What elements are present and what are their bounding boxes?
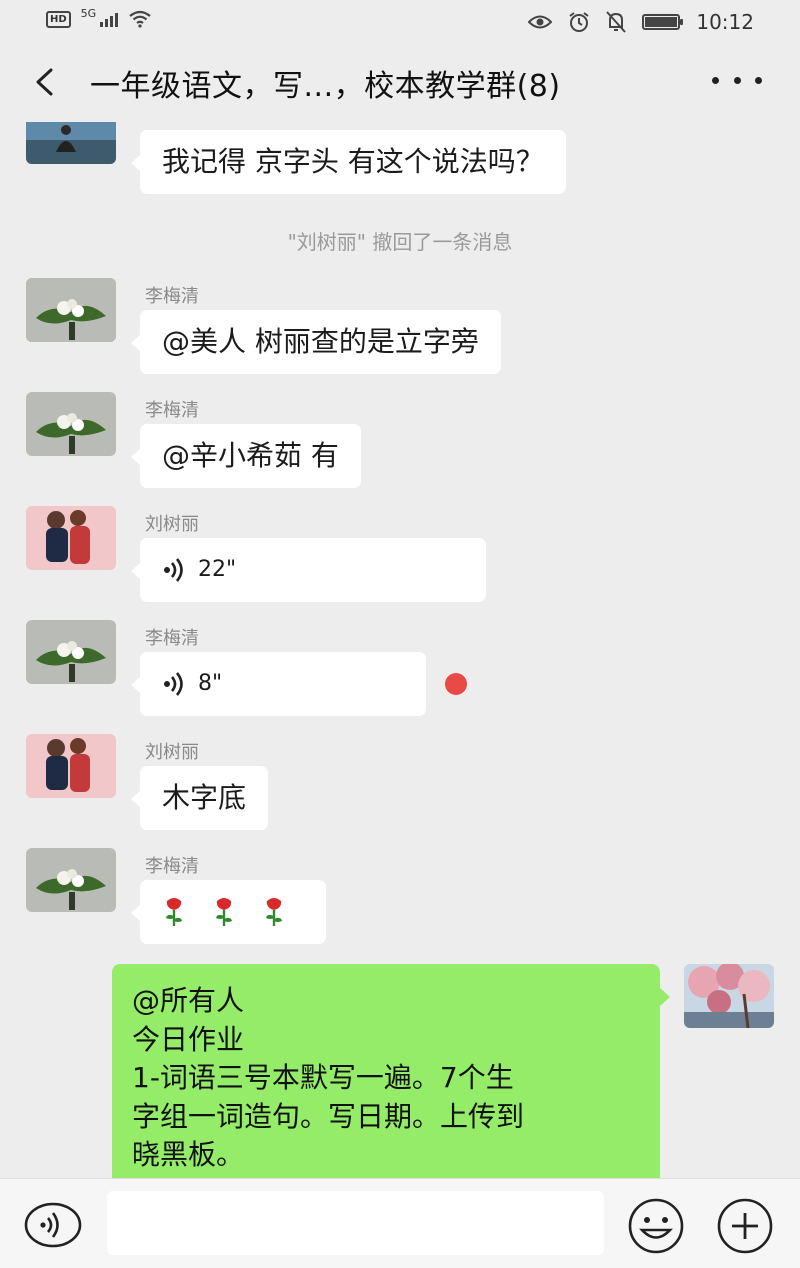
- voice-duration: 22": [198, 557, 237, 582]
- avatar[interactable]: [26, 392, 116, 456]
- clock: 10:12: [696, 10, 754, 34]
- recall-notice: "刘树丽" 撤回了一条消息: [287, 230, 513, 254]
- chat-screen: HD 5G 10:12 一年级语文，写...，校本教学群(8) 我记得 京字头 …: [0, 0, 800, 1268]
- message-bubble[interactable]: @辛小希茹 有: [131, 424, 361, 488]
- emoji-icon[interactable]: [627, 1197, 685, 1255]
- voice-input-icon[interactable]: [24, 1201, 82, 1249]
- voice-play-icon: [164, 558, 183, 582]
- message-bubble[interactable]: @美人 树丽查的是立字旁: [131, 310, 501, 374]
- rose-icon: [166, 898, 182, 926]
- avatar[interactable]: [26, 734, 116, 798]
- voice-message[interactable]: 8": [131, 652, 426, 716]
- chat-header: 一年级语文，写...，校本教学群(8): [0, 44, 800, 122]
- unread-dot: [445, 673, 467, 695]
- message-bubble[interactable]: 我记得 京字头 有这个说法吗？: [131, 130, 566, 194]
- message-line: 1-词语三号本默写一遍。7个生: [132, 1061, 514, 1094]
- avatar[interactable]: [26, 848, 116, 912]
- message-line: 今日作业: [132, 1022, 245, 1056]
- more-horizontal-icon[interactable]: [712, 60, 762, 100]
- sender-name: 李梅清: [145, 856, 199, 877]
- sender-name: 刘树丽: [145, 514, 199, 535]
- input-bar: [0, 1178, 800, 1268]
- eye-icon: [528, 15, 553, 29]
- plus-icon[interactable]: [716, 1197, 774, 1255]
- voice-duration: 8": [198, 671, 223, 696]
- avatar[interactable]: [26, 620, 116, 684]
- rose-icon: [216, 898, 232, 926]
- sender-name: 李梅清: [145, 628, 199, 649]
- status-bar: HD 5G 10:12: [0, 0, 800, 44]
- rose-icon: [266, 898, 282, 926]
- chat-title: 一年级语文，写...，校本教学群(8): [90, 69, 561, 104]
- sender-name: 李梅清: [145, 286, 199, 307]
- avatar[interactable]: [26, 122, 116, 164]
- network-type: 5G: [80, 6, 97, 20]
- sender-name: 刘树丽: [145, 742, 199, 763]
- self-message-bubble[interactable]: @所有人 今日作业 1-词语三号本默写一遍。7个生 字组一词造句。写日期。上传到…: [112, 964, 670, 1178]
- message-input[interactable]: [107, 1191, 604, 1255]
- chevron-left-icon[interactable]: [26, 62, 66, 102]
- avatar[interactable]: [26, 506, 116, 570]
- message-bubble[interactable]: 木字底: [130, 766, 269, 830]
- message-line: 晓黑板。: [132, 1138, 245, 1171]
- avatar-self[interactable]: [684, 964, 774, 1028]
- sender-name: 李梅清: [145, 400, 199, 421]
- mute-icon: [606, 11, 627, 33]
- avatar[interactable]: [26, 278, 116, 342]
- message-line: 字组一词造句。写日期。上传到: [132, 1099, 525, 1133]
- voice-message[interactable]: 22": [131, 538, 486, 602]
- hd-badge: HD: [46, 10, 71, 28]
- signal-icon: [100, 11, 119, 27]
- message-line: @所有人: [132, 984, 245, 1017]
- voice-play-icon: [164, 672, 183, 696]
- message-list[interactable]: 我记得 京字头 有这个说法吗？ "刘树丽" 撤回了一条消息 李梅清 @美人 树丽…: [0, 122, 800, 1178]
- wifi-icon: [129, 10, 151, 28]
- alarm-icon: [569, 12, 589, 32]
- battery-icon: [642, 14, 684, 30]
- emoji-message[interactable]: [131, 880, 326, 944]
